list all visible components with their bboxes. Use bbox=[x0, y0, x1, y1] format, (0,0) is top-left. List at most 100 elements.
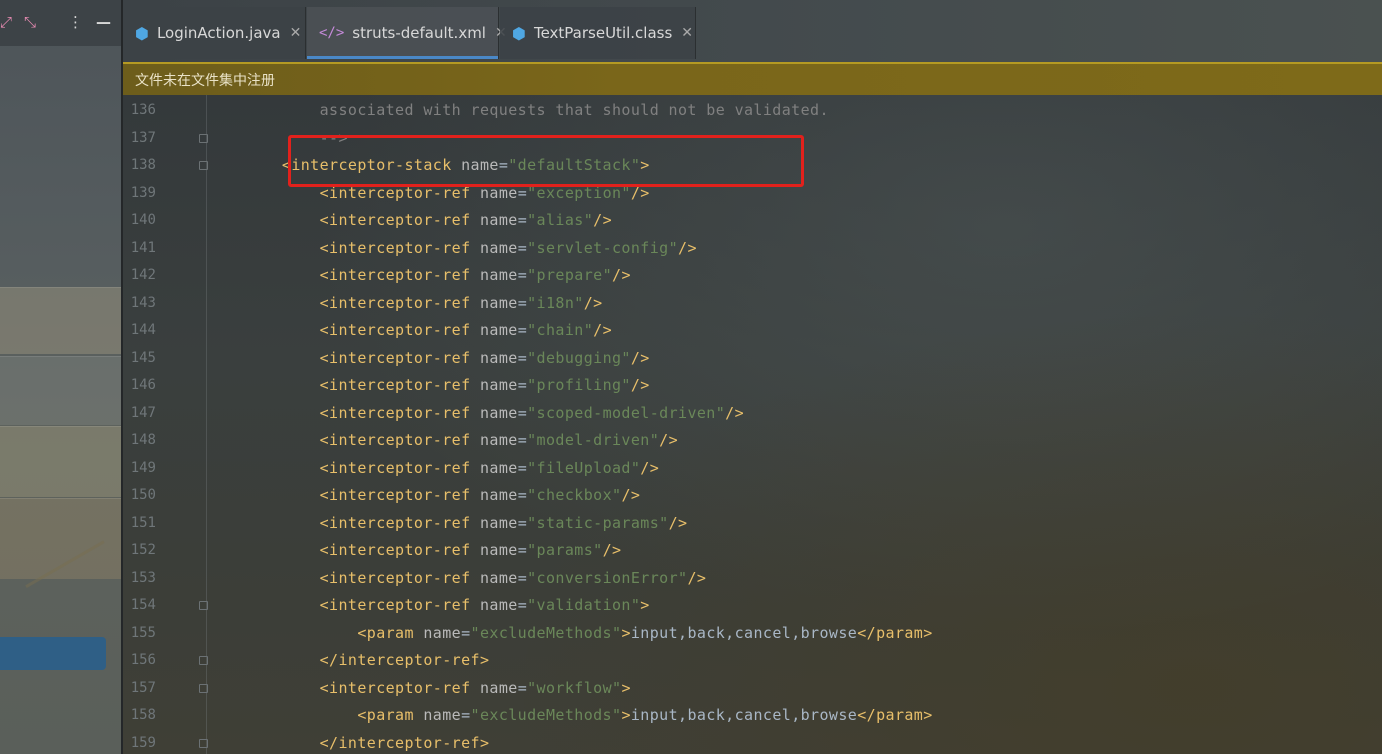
code-line[interactable]: 136 associated with requests that should… bbox=[123, 97, 1382, 125]
code-line[interactable]: 140 <interceptor-ref name="alias"/> bbox=[123, 207, 1382, 235]
code-token: "validation" bbox=[527, 596, 641, 614]
code-text: </interceptor-ref> bbox=[131, 730, 489, 754]
code-line[interactable]: 145 <interceptor-ref name="debugging"/> bbox=[123, 345, 1382, 373]
code-token: /> bbox=[621, 486, 641, 504]
code-token: name bbox=[479, 238, 518, 257]
code-token: = bbox=[517, 541, 528, 559]
highlight-annotation-box bbox=[288, 135, 804, 187]
project-tree-selected-item[interactable] bbox=[0, 637, 106, 670]
code-token: "conversionError" bbox=[527, 568, 688, 587]
code-token: "profiling" bbox=[527, 376, 631, 394]
code-token: </interceptor-ref> bbox=[131, 651, 490, 669]
code-token: <interceptor-ref bbox=[131, 321, 480, 339]
code-token: name bbox=[479, 376, 518, 394]
project-tree-item[interactable] bbox=[0, 287, 121, 354]
editor-tab-bar: ⬢ LoginAction.java ✕ </> struts-default.… bbox=[123, 0, 1382, 62]
code-token: name bbox=[479, 348, 518, 367]
file-not-registered-banner: 文件未在文件集中注册 bbox=[123, 62, 1382, 95]
code-token: > bbox=[621, 706, 631, 724]
code-token: </param> bbox=[857, 623, 933, 642]
code-text: <interceptor-ref name="debugging"/> bbox=[131, 345, 650, 373]
code-line[interactable]: 159 </interceptor-ref> bbox=[123, 730, 1382, 754]
code-line[interactable]: 144 <interceptor-ref name="chain"/> bbox=[123, 317, 1382, 345]
code-line[interactable]: 142 <interceptor-ref name="prepare"/> bbox=[123, 262, 1382, 290]
tab-struts-default[interactable]: </> struts-default.xml ✕ bbox=[307, 7, 507, 59]
more-options-icon[interactable]: ⋮ bbox=[68, 12, 83, 32]
collapse-icon[interactable]: ⤡ bbox=[24, 12, 36, 32]
code-text: <interceptor-ref name="checkbox"/> bbox=[131, 482, 640, 510]
code-text: <interceptor-ref name="scoped-model-driv… bbox=[131, 400, 744, 428]
code-token: "i18n" bbox=[527, 293, 584, 312]
code-token: name bbox=[479, 568, 518, 587]
code-text: <interceptor-ref name="servlet-config"/> bbox=[131, 235, 697, 263]
code-line[interactable]: 151 <interceptor-ref name="static-params… bbox=[123, 510, 1382, 538]
code-text: associated with requests that should not… bbox=[131, 97, 829, 125]
code-token: name bbox=[423, 623, 462, 642]
code-text: <interceptor-ref name="model-driven"/> bbox=[131, 427, 678, 455]
code-token: "excludeMethods" bbox=[470, 623, 622, 642]
code-token: "model-driven" bbox=[527, 431, 660, 449]
code-token: "debugging" bbox=[527, 348, 631, 367]
code-token: <interceptor-ref bbox=[131, 541, 480, 559]
code-token: name bbox=[479, 431, 518, 449]
tab-text-parse-util[interactable]: ⬢ TextParseUtil.class ✕ bbox=[500, 7, 696, 59]
java-class-icon: ⬢ bbox=[135, 23, 149, 43]
code-token: "alias" bbox=[527, 211, 594, 229]
code-token: <interceptor-ref bbox=[131, 348, 480, 367]
code-token: = bbox=[517, 238, 528, 257]
code-token: name bbox=[479, 486, 518, 504]
code-editor[interactable]: 136 associated with requests that should… bbox=[123, 95, 1382, 754]
code-line[interactable]: 146 <interceptor-ref name="profiling"/> bbox=[123, 372, 1382, 400]
project-panel: ⤢ ⤡ ⋮ — bbox=[0, 0, 121, 754]
banner-text: 文件未在文件集中注册 bbox=[135, 72, 275, 89]
code-line[interactable]: 157 <interceptor-ref name="workflow"> bbox=[123, 675, 1382, 703]
code-line[interactable]: 143 <interceptor-ref name="i18n"/> bbox=[123, 290, 1382, 318]
code-line[interactable]: 152 <interceptor-ref name="params"/> bbox=[123, 537, 1382, 565]
code-token: /> bbox=[640, 458, 660, 477]
code-token: "checkbox" bbox=[527, 486, 622, 504]
project-tree-item[interactable] bbox=[0, 356, 121, 425]
code-token: name bbox=[479, 541, 518, 559]
code-line[interactable]: 147 <interceptor-ref name="scoped-model-… bbox=[123, 400, 1382, 428]
code-token: = bbox=[517, 486, 528, 504]
expand-icon[interactable]: ⤢ bbox=[0, 12, 12, 32]
code-line[interactable]: 141 <interceptor-ref name="servlet-confi… bbox=[123, 235, 1382, 263]
code-token: <interceptor-ref bbox=[131, 568, 480, 587]
code-token: /> bbox=[612, 266, 631, 284]
tab-label: LoginAction.java bbox=[156, 24, 281, 42]
code-line[interactable]: 155 <param name="excludeMethods">input,b… bbox=[123, 620, 1382, 648]
code-line[interactable]: 156 </interceptor-ref> bbox=[123, 647, 1382, 675]
code-line[interactable]: 153 <interceptor-ref name="conversionErr… bbox=[123, 565, 1382, 593]
close-icon[interactable]: ✕ bbox=[290, 25, 302, 41]
code-line[interactable]: 149 <interceptor-ref name="fileUpload"/> bbox=[123, 455, 1382, 483]
tab-login-action[interactable]: ⬢ LoginAction.java ✕ bbox=[123, 7, 306, 59]
code-token: </param> bbox=[857, 706, 933, 724]
code-token: </interceptor-ref> bbox=[131, 733, 490, 752]
code-token: <interceptor-ref bbox=[131, 431, 480, 449]
code-token: > bbox=[640, 596, 650, 614]
code-token: <interceptor-ref bbox=[131, 458, 480, 477]
code-token: /> bbox=[725, 403, 745, 422]
code-text: <interceptor-ref name="params"/> bbox=[131, 537, 621, 565]
code-token: <interceptor-ref bbox=[131, 376, 480, 394]
code-line[interactable]: 154 <interceptor-ref name="validation"> bbox=[123, 592, 1382, 620]
minimize-icon[interactable]: — bbox=[96, 12, 111, 32]
code-token: name bbox=[479, 403, 518, 422]
code-token: = bbox=[517, 266, 528, 284]
class-file-icon: ⬢ bbox=[512, 23, 526, 43]
tab-label: struts-default.xml bbox=[352, 24, 486, 42]
close-icon[interactable]: ✕ bbox=[681, 25, 693, 41]
code-token: <param bbox=[131, 706, 424, 724]
code-text: <param name="excludeMethods">input,back,… bbox=[131, 702, 933, 730]
code-line[interactable]: 158 <param name="excludeMethods">input,b… bbox=[123, 702, 1382, 730]
code-line[interactable]: 150 <interceptor-ref name="checkbox"/> bbox=[123, 482, 1382, 510]
code-token: <interceptor-ref bbox=[131, 486, 480, 504]
code-token: = bbox=[517, 678, 528, 697]
code-text: </interceptor-ref> bbox=[131, 647, 489, 675]
code-line[interactable]: 148 <interceptor-ref name="model-driven"… bbox=[123, 427, 1382, 455]
project-tree-item[interactable] bbox=[0, 426, 121, 497]
code-token: "excludeMethods" bbox=[470, 706, 622, 724]
code-token: = bbox=[461, 706, 471, 724]
code-token: "static-params" bbox=[527, 513, 669, 532]
code-text: <interceptor-ref name="i18n"/> bbox=[131, 290, 603, 318]
